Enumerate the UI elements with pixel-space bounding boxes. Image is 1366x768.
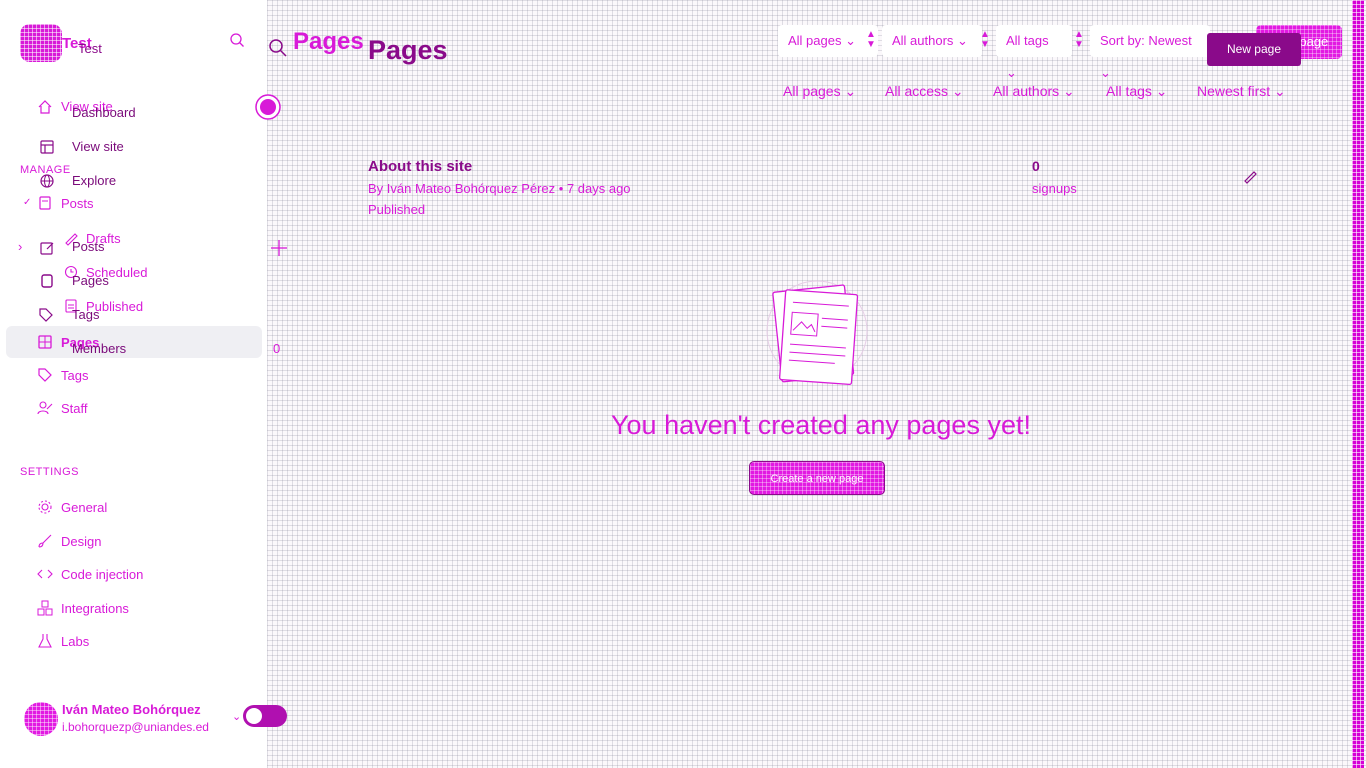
page-row-title[interactable]: About this site	[368, 158, 472, 175]
sidebar-item-dashboard[interactable]: Dashboard	[72, 105, 136, 120]
sidebar-item-tags-2[interactable]: Tags	[61, 368, 88, 383]
scrollbar[interactable]	[1352, 0, 1364, 768]
external-icon	[40, 140, 54, 154]
search-icon[interactable]	[268, 38, 288, 58]
filter2-all-authors[interactable]: All authors ⌄	[993, 83, 1075, 100]
page-row-count-label: signups	[1032, 181, 1077, 196]
site-title-overlay: Test	[78, 41, 102, 56]
page-icon	[41, 274, 53, 288]
filter2-all-pages[interactable]: All pages ⌄	[783, 83, 856, 100]
chevron-down-icon[interactable]: ✓	[23, 197, 31, 208]
sort-select[interactable]: Sort by: Newest ⌄	[1090, 25, 1210, 80]
sidebar-item-posts[interactable]: Posts	[61, 196, 94, 211]
globe-icon	[40, 174, 54, 188]
search-icon[interactable]	[229, 32, 245, 48]
page-row-meta: By Iván Mateo Bohórquez Pérez • 7 days a…	[368, 181, 631, 196]
sidebar-item-general[interactable]: General	[61, 500, 107, 515]
create-page-button[interactable]: Create a new page	[749, 461, 885, 495]
stepper-icon: ▲ ▼	[980, 29, 990, 50]
gear-icon	[38, 500, 52, 514]
members-count: 0	[273, 341, 281, 356]
site-logo[interactable]	[20, 24, 62, 62]
filter2-all-tags[interactable]: All tags ⌄	[1106, 83, 1168, 100]
sidebar-item-explore[interactable]: Explore	[72, 173, 116, 188]
page-row-count: 0	[1032, 158, 1040, 174]
sidebar-item-code-injection[interactable]: Code injection	[61, 567, 143, 582]
chevron-right-icon[interactable]: ›	[18, 239, 22, 254]
page-row-status: Published	[368, 202, 426, 217]
filter2-all-access[interactable]: All access ⌄	[885, 83, 964, 100]
globe-icon[interactable]	[254, 93, 282, 121]
filter-all-authors[interactable]: All authors ⌄	[882, 25, 982, 57]
new-page-button-overlay[interactable]: New page	[1207, 33, 1301, 66]
tag-icon	[39, 308, 53, 322]
plus-icon[interactable]	[270, 239, 288, 257]
filter-all-tags[interactable]: All tags ⌄	[996, 25, 1072, 80]
tag-icon	[38, 368, 52, 382]
empty-pages-illustration	[766, 280, 868, 386]
sidebar-item-members[interactable]: Members	[72, 341, 126, 356]
settings-section-title: SETTINGS	[20, 466, 80, 478]
labs-icon	[38, 634, 52, 648]
stepper-icon: ▲ ▼	[866, 29, 876, 50]
user-email: i.bohorquezp@uniandes.ed	[62, 720, 209, 734]
pages-icon	[38, 335, 52, 349]
staff-icon	[37, 401, 53, 415]
code-icon	[37, 569, 53, 579]
sidebar: Test Test View site Dashboard View site …	[0, 0, 287, 768]
sidebar-item-design[interactable]: Design	[61, 534, 101, 549]
sidebar-item-view-site-2[interactable]: View site	[72, 139, 124, 154]
edit-icon	[40, 242, 54, 255]
sidebar-item-posts-2[interactable]: Posts	[72, 239, 105, 254]
chevron-down-icon[interactable]: ⌄	[232, 710, 241, 723]
filter2-sort[interactable]: Newest first ⌄	[1197, 83, 1286, 100]
stepper-icon: ▲ ▼	[1074, 29, 1084, 50]
pencil-icon[interactable]	[1242, 168, 1258, 184]
page-title-overlay: Pages	[368, 35, 448, 65]
empty-state-message: You haven't created any pages yet!	[611, 410, 1031, 440]
user-name[interactable]: Iván Mateo Bohórquez	[62, 702, 201, 717]
sidebar-item-labs[interactable]: Labs	[61, 634, 89, 649]
page-title: Pages	[293, 28, 364, 55]
sidebar-item-staff[interactable]: Staff	[61, 401, 88, 416]
filter-all-pages[interactable]: All pages ⌄	[778, 25, 878, 57]
sidebar-item-integrations[interactable]: Integrations	[61, 601, 129, 616]
home-icon	[38, 100, 52, 114]
document-icon	[39, 196, 51, 210]
sidebar-item-tags[interactable]: Tags	[72, 307, 99, 322]
dark-mode-toggle[interactable]	[243, 705, 287, 727]
avatar[interactable]	[24, 702, 58, 736]
integrations-icon	[37, 600, 53, 616]
brush-icon	[38, 534, 52, 548]
sidebar-item-pages[interactable]: Pages	[72, 273, 109, 288]
